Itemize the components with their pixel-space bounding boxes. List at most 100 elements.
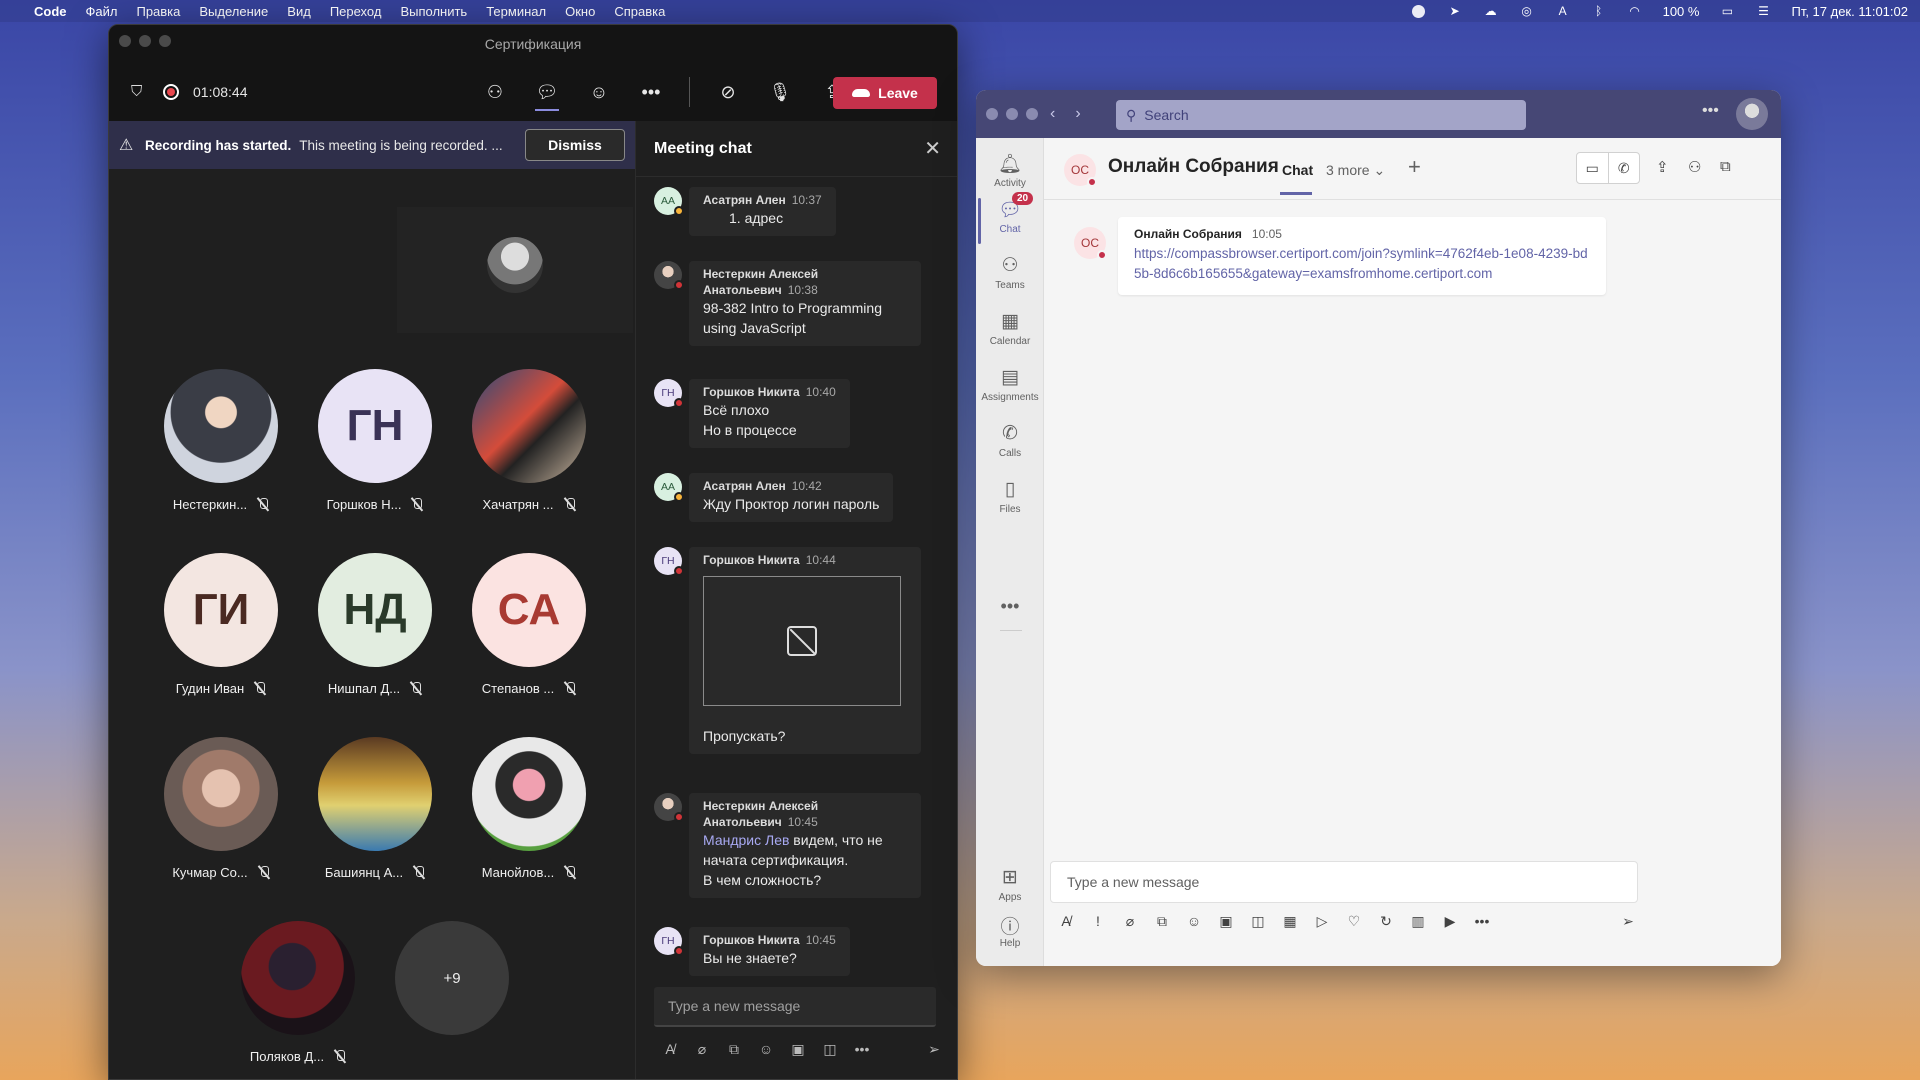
record-status-icon[interactable]: [1411, 4, 1427, 18]
menu-help[interactable]: Справка: [614, 4, 665, 19]
updates-icon[interactable]: ▥: [1402, 913, 1434, 930]
menu-go[interactable]: Переход: [330, 4, 382, 19]
shield-icon[interactable]: ⛉: [131, 83, 147, 101]
stream-icon[interactable]: ▷: [1306, 913, 1338, 930]
chat-message[interactable]: АА Асатрян Ален 10:42 Жду Проктор логин п…: [654, 473, 894, 522]
creative-cloud-icon[interactable]: ◎: [1519, 4, 1535, 18]
add-tab-icon[interactable]: +: [1408, 154, 1421, 180]
telegram-icon[interactable]: ➤: [1447, 4, 1463, 18]
gif-icon[interactable]: ▣: [1210, 913, 1242, 930]
attach-icon[interactable]: ⌀: [686, 1041, 718, 1058]
chat-post[interactable]: Онлайн Собрания 10:05 https://compassbrow…: [1118, 217, 1606, 295]
more-options-icon[interactable]: •••: [1466, 913, 1498, 929]
chat-icon[interactable]: 💬︎: [521, 63, 573, 121]
participants-icon[interactable]: ⚇: [469, 63, 521, 121]
send-icon[interactable]: ➢: [1618, 913, 1638, 930]
battery-icon[interactable]: ▭: [1719, 4, 1735, 18]
participant-tile[interactable]: СА Степанов ...: [449, 553, 609, 696]
participant-tile[interactable]: Поляков Д...: [218, 921, 378, 1064]
menu-view[interactable]: Вид: [287, 4, 311, 19]
rail-item-activity[interactable]: 🔔︎ Activity: [976, 152, 1044, 189]
chat-message[interactable]: Нестеркин Алексей Анатольевич 10:45 Мандр…: [654, 793, 921, 898]
participant-tile[interactable]: Нестеркин...: [141, 369, 301, 512]
add-people-icon[interactable]: ⚇: [1688, 158, 1701, 176]
mic-off-icon[interactable]: 🎙︎: [754, 63, 806, 121]
self-view[interactable]: [397, 207, 633, 333]
sticker-icon[interactable]: ◫: [1242, 913, 1274, 930]
praise-icon[interactable]: ♡: [1338, 913, 1370, 930]
menu-window[interactable]: Окно: [565, 4, 595, 19]
share-screen-icon[interactable]: ⇪: [1656, 158, 1669, 176]
menu-terminal[interactable]: Терминал: [486, 4, 546, 19]
format-icon[interactable]: A̸: [654, 1041, 686, 1057]
sticker-icon[interactable]: ◫: [814, 1041, 846, 1058]
post-link[interactable]: https://compassbrowser.certiport.com/joi…: [1134, 244, 1590, 284]
participant-tile[interactable]: Кучмар Со...: [141, 737, 301, 880]
meeting-chat-input[interactable]: Type a new message: [654, 987, 936, 1027]
zoom-window-button[interactable]: [1026, 108, 1038, 120]
camera-off-icon[interactable]: ⊘: [702, 63, 754, 121]
profile-avatar[interactable]: [1736, 98, 1768, 130]
rail-item-chat[interactable]: 💬︎ 20 Chat: [976, 192, 1044, 244]
more-options-icon[interactable]: •••: [846, 1041, 878, 1057]
popout-icon[interactable]: ⧉: [1720, 158, 1731, 175]
rail-item-apps[interactable]: ⊞ Apps: [976, 866, 1044, 903]
participant-tile[interactable]: Манойлов...: [449, 737, 609, 880]
participant-tile[interactable]: Башиянц А...: [295, 737, 455, 880]
rail-item-teams[interactable]: ⚇ Teams: [976, 254, 1044, 291]
participant-tile[interactable]: Хачатрян ...: [449, 369, 609, 512]
new-message-input[interactable]: Type a new message: [1050, 861, 1638, 903]
schedule-meeting-icon[interactable]: ▦: [1274, 913, 1306, 930]
menu-run[interactable]: Выполнить: [400, 4, 467, 19]
menu-app-name[interactable]: Code: [34, 4, 67, 19]
control-center-icon[interactable]: ☰: [1755, 4, 1771, 18]
reactions-icon[interactable]: ☺: [573, 63, 625, 121]
chat-message[interactable]: ГН Горшков Никита 10:40 Всё плохо Но в пр…: [654, 379, 850, 448]
zoom-window-button[interactable]: [159, 35, 171, 47]
minimize-window-button[interactable]: [1006, 108, 1018, 120]
more-options-icon[interactable]: •••: [625, 63, 677, 121]
loop-component-icon[interactable]: ⧉: [1146, 913, 1178, 930]
minimize-window-button[interactable]: [139, 35, 151, 47]
bluetooth-icon[interactable]: ᛒ: [1591, 4, 1607, 18]
audio-call-icon[interactable]: ✆: [1609, 153, 1640, 183]
close-window-button[interactable]: [119, 35, 131, 47]
rail-item-calendar[interactable]: ▦ Calendar: [976, 310, 1044, 347]
rail-item-help[interactable]: ⓘ Help: [976, 912, 1044, 949]
emoji-icon[interactable]: ☺: [750, 1041, 782, 1057]
overflow-participants-tile[interactable]: +9: [372, 921, 532, 1035]
menubar-clock[interactable]: Пт, 17 дек. 11:01:02: [1791, 4, 1908, 19]
rail-item-assignments[interactable]: ▤ Assignments: [976, 366, 1044, 403]
more-apps-icon[interactable]: •••: [976, 596, 1044, 617]
attach-icon[interactable]: ⌀: [1114, 913, 1146, 930]
forward-arrow-icon[interactable]: ›: [1075, 105, 1080, 123]
keyboard-layout-icon[interactable]: A: [1555, 4, 1571, 18]
close-icon[interactable]: ✕: [924, 136, 941, 161]
video-call-icon[interactable]: ▭: [1577, 153, 1609, 183]
leave-button[interactable]: Leave: [833, 77, 937, 109]
menu-selection[interactable]: Выделение: [199, 4, 268, 19]
rail-item-files[interactable]: ▯ Files: [976, 478, 1044, 515]
menu-edit[interactable]: Правка: [136, 4, 180, 19]
wifi-icon[interactable]: ◠: [1627, 4, 1643, 18]
tab-chat[interactable]: Chat: [1279, 162, 1313, 195]
chat-message[interactable]: Нестеркин Алексей Анатольевич 10:38 98-38…: [654, 261, 921, 346]
mention-link[interactable]: Мандрис Лев: [703, 832, 789, 848]
gif-icon[interactable]: ▣: [782, 1041, 814, 1058]
more-tabs-dropdown[interactable]: 3 more ⌄: [1326, 162, 1385, 179]
rail-item-calls[interactable]: ✆ Calls: [976, 422, 1044, 459]
important-icon[interactable]: !: [1082, 913, 1114, 929]
back-arrow-icon[interactable]: ‹: [1050, 105, 1055, 123]
chat-message[interactable]: ГН Горшков Никита 10:45 Вы не знаете?: [654, 927, 850, 976]
image-attachment[interactable]: [703, 576, 901, 706]
format-icon[interactable]: A̸: [1050, 913, 1082, 929]
more-options-icon[interactable]: •••: [1702, 102, 1719, 120]
close-window-button[interactable]: [986, 108, 998, 120]
loop-component-icon[interactable]: ⧉: [718, 1041, 750, 1058]
emoji-icon[interactable]: ☺: [1178, 913, 1210, 929]
send-icon[interactable]: ➢: [924, 1041, 944, 1058]
cloud-icon[interactable]: ☁: [1483, 4, 1499, 18]
dismiss-button[interactable]: Dismiss: [525, 129, 625, 161]
chat-message[interactable]: ГН Горшков Никита 10:44 Пропускать?: [654, 547, 921, 754]
participant-tile[interactable]: ГН Горшков Н...: [295, 369, 455, 512]
